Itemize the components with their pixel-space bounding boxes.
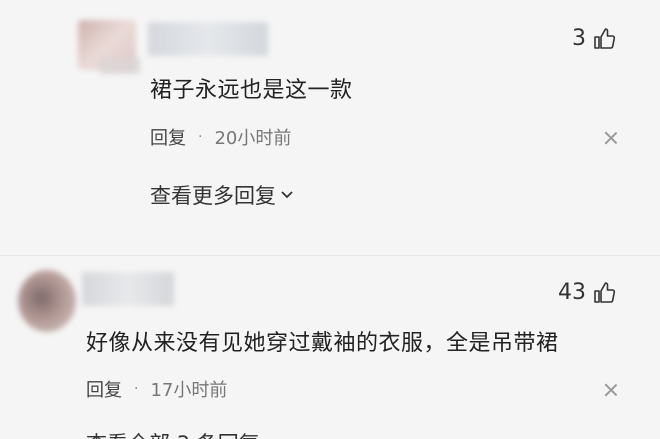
reply-button[interactable]: 回复 bbox=[150, 124, 186, 150]
close-icon[interactable] bbox=[604, 383, 618, 397]
like-count[interactable]: 3 bbox=[572, 26, 616, 51]
view-more-label: 查看更多回复 bbox=[150, 184, 276, 208]
like-count-value: 43 bbox=[558, 280, 586, 305]
like-count-value: 3 bbox=[572, 26, 586, 51]
reply-button[interactable]: 回复 bbox=[86, 376, 122, 402]
chevron-down-icon bbox=[281, 191, 293, 199]
like-count[interactable]: 43 bbox=[558, 280, 616, 305]
thumbs-up-icon[interactable] bbox=[592, 27, 616, 51]
avatar[interactable] bbox=[18, 270, 76, 332]
username[interactable] bbox=[148, 22, 268, 56]
timestamp: 20小时前 bbox=[214, 128, 292, 149]
view-more-label: 查看全部 3 条回复 bbox=[86, 428, 260, 439]
thumbs-up-icon[interactable] bbox=[592, 281, 616, 305]
comment-text: 好像从来没有见她穿过戴袖的衣服，全是吊带裙 bbox=[86, 331, 559, 356]
view-more-replies-button[interactable]: 查看全部 3 条回复 bbox=[86, 428, 260, 439]
divider bbox=[0, 255, 660, 256]
view-more-replies-button[interactable]: 查看更多回复 bbox=[150, 180, 294, 210]
timestamp: 17小时前 bbox=[150, 380, 228, 401]
username[interactable] bbox=[82, 272, 174, 306]
username-extra bbox=[100, 58, 140, 74]
comment-text: 裙子永远也是这一款 bbox=[150, 78, 353, 103]
comment-meta: 回复 · 17小时前 bbox=[86, 376, 227, 402]
separator-dot: · bbox=[134, 381, 139, 397]
comment-meta: 回复 · 20小时前 bbox=[150, 124, 291, 150]
close-icon[interactable] bbox=[604, 131, 618, 145]
separator-dot: · bbox=[198, 129, 203, 145]
